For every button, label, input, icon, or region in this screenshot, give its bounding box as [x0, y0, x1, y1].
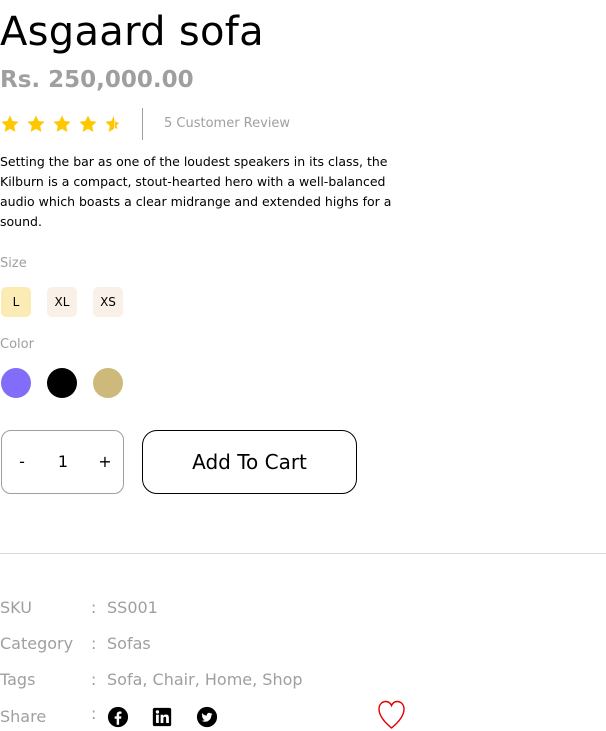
- meta-row-tags: Tags : Sofa, Chair, Home, Shop: [0, 668, 420, 692]
- meta-row-category: Category : Sofas: [0, 632, 420, 656]
- product-price: Rs. 250,000.00: [0, 67, 194, 93]
- product-description: Setting the bar as one of the loudest sp…: [0, 154, 392, 229]
- star-icon: [52, 114, 72, 134]
- meta-colon: :: [91, 634, 97, 653]
- category-value: Sofas: [107, 634, 151, 653]
- size-option-xs[interactable]: XS: [93, 287, 123, 317]
- size-label: Size: [0, 256, 27, 271]
- meta-row-sku: SKU : SS001: [0, 596, 420, 620]
- facebook-icon[interactable]: [107, 706, 129, 728]
- meta-colon: :: [91, 670, 97, 689]
- quantity-value[interactable]: 1: [42, 431, 84, 493]
- linkedin-icon[interactable]: [151, 706, 173, 728]
- share-label: Share: [0, 707, 47, 726]
- color-label: Color: [0, 337, 34, 352]
- review-count-link[interactable]: 5 Customer Review: [164, 115, 290, 133]
- tags-value: Sofa, Chair, Home, Shop: [107, 670, 303, 689]
- quantity-stepper: - 1 +: [1, 430, 124, 494]
- star-half-icon: [104, 114, 124, 134]
- color-swatch-gold[interactable]: [93, 368, 123, 398]
- size-option-l[interactable]: L: [1, 287, 31, 317]
- share-icons: [107, 705, 237, 729]
- product-detail-page: Asgaard sofa Rs. 250,000.00 5 Customer R…: [0, 0, 606, 731]
- color-swatch-purple[interactable]: [1, 368, 31, 398]
- section-divider: [0, 553, 606, 554]
- meta-colon: :: [91, 598, 97, 617]
- add-to-cart-button[interactable]: Add To Cart: [142, 430, 357, 494]
- color-swatch-black[interactable]: [47, 368, 77, 398]
- wishlist-heart-icon[interactable]: [377, 699, 406, 731]
- star-icon: [0, 114, 20, 134]
- star-icon: [78, 114, 98, 134]
- quantity-increase-button[interactable]: +: [87, 431, 123, 493]
- twitter-icon[interactable]: [196, 706, 218, 728]
- product-title: Asgaard sofa: [0, 9, 264, 55]
- rating-divider: [142, 108, 143, 140]
- tags-label: Tags: [0, 670, 36, 689]
- meta-colon: :: [91, 704, 97, 723]
- rating-row: 5 Customer Review: [0, 108, 320, 140]
- star-icon: [26, 114, 46, 134]
- sku-value: SS001: [107, 598, 158, 617]
- quantity-decrease-button[interactable]: -: [4, 431, 40, 493]
- size-option-xl[interactable]: XL: [47, 287, 77, 317]
- sku-label: SKU: [0, 598, 32, 617]
- meta-row-share: Share :: [0, 704, 420, 729]
- category-label: Category: [0, 634, 74, 653]
